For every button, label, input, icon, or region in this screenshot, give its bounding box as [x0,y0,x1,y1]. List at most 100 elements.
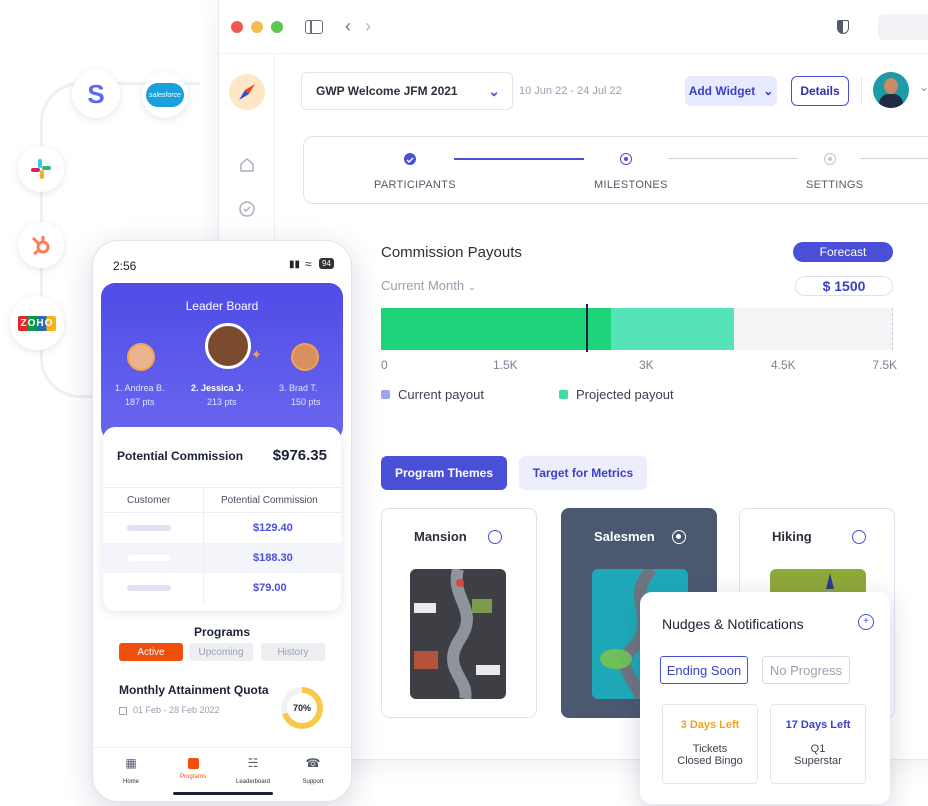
payout-ticks: 0 1.5K 3K 4.5K 7.5K [381,358,897,372]
filter-no-progress[interactable]: No Progress [762,656,850,684]
nudge-line2: Superstar [794,755,842,767]
notification-settings-icon[interactable]: + [858,614,874,630]
table-row[interactable]: $188.30 [103,543,341,573]
chevron-down-icon: ⌄ [467,282,477,293]
days-left: 3 Days Left [680,719,740,731]
avatar[interactable] [205,323,251,369]
program-select-value: GWP Welcome JFM 2021 [316,84,458,98]
nudge-line1: Q1 [810,743,826,755]
quota-title: Monthly Attainment Quota [119,683,269,697]
tab-upcoming[interactable]: Upcoming [189,643,253,661]
payout-bar [381,304,893,352]
step-line-1 [454,158,584,160]
theme-name: Mansion [414,529,467,544]
tab-active-label: Active [137,646,165,658]
theme-name: Hiking [772,529,812,544]
home-icon[interactable] [238,156,256,174]
avatar[interactable] [127,343,155,371]
period-select[interactable]: Current Month ⌄ [381,278,476,293]
zoho-logo-text: ZOHO [17,315,57,331]
theme-card-mansion[interactable]: Mansion [381,508,537,718]
legend-current-swatch [381,390,390,399]
tab-history[interactable]: History [261,643,325,661]
nav-programs[interactable]: Programs [173,756,213,780]
customer-placeholder [127,585,171,591]
tab-target-metrics[interactable]: Target for Metrics [519,456,647,490]
programs-title: Programs [193,625,251,639]
maximize-dot[interactable] [271,20,283,33]
legend-current: Current payout [381,387,484,402]
close-dot[interactable] [231,20,243,33]
nav-leaderboard[interactable]: ☵ Leaderboard [229,756,277,788]
forward-icon[interactable]: › [365,16,371,37]
payout-amount: $ 1500 [795,276,893,296]
filter-ending-soon[interactable]: Ending Soon [660,656,748,684]
support-icon: ☎ [305,756,321,770]
step-pending-icon[interactable] [824,153,836,165]
nudge-card[interactable]: 17 Days Left Q1 Superstar [770,704,866,784]
theme-radio[interactable] [852,530,866,544]
add-widget-button[interactable]: Add Widget ⌄ [685,76,777,106]
back-icon[interactable]: ‹ [345,16,351,37]
minimize-dot[interactable] [251,20,263,33]
table-row[interactable]: $79.00 [103,573,341,603]
bottom-nav: ▦ Home Programs ☵ Leaderboard ☎ Support [93,747,351,801]
nav-programs-label: Programs [179,774,206,780]
nudge-line2: Closed Bingo [677,755,743,767]
forecast-badge[interactable]: Forecast [793,242,893,262]
details-button[interactable]: Details [791,76,849,106]
date-range: 10 Jun 22 - 24 Jul 22 [519,85,622,97]
leader-3-pts: 150 pts [291,397,321,407]
theme-radio-selected[interactable] [672,530,686,544]
compass-logo-icon[interactable] [229,74,265,110]
battery-level: 94 [322,259,331,268]
leader-1-pts: 187 pts [125,397,155,407]
table-row[interactable]: $129.40 [103,513,341,543]
avatar[interactable] [873,72,909,108]
leader-2-pts: 213 pts [207,397,237,407]
avatar-chevron-icon[interactable]: ⌄ [919,80,928,94]
potential-value: $976.35 [272,447,327,464]
tab-active[interactable]: Active [119,643,183,661]
address-bar[interactable] [878,14,928,40]
header-divider [861,78,862,104]
step-milestones[interactable]: MILESTONES [594,179,668,191]
avatar[interactable] [291,343,319,371]
tab-program-themes-label: Program Themes [394,466,494,480]
tick-1: 1.5K [493,358,518,372]
customer-placeholder [127,525,171,531]
nav-home[interactable]: ▦ Home [113,756,149,788]
step-participants[interactable]: PARTICIPANTS [374,179,456,191]
potential-label: Potential Commission [117,449,244,463]
party-popper-icon: ✦ [251,347,262,362]
days-left: 17 Days Left [785,719,851,731]
mansion-thumbnail [410,569,506,699]
theme-radio[interactable] [488,530,502,544]
row-value: $129.40 [253,522,293,534]
step-settings[interactable]: SETTINGS [806,179,863,191]
setup-stepper: PARTICIPANTS MILESTONES SETTINGS [303,136,928,204]
table-header: Customer Potential Commission [103,487,341,513]
nav-support[interactable]: ☎ Support [293,756,333,788]
step-done-icon[interactable] [404,153,416,165]
zoho-logo: ZOHO [10,296,64,350]
nudge-line1: Tickets [692,743,728,755]
stripe-logo: S [72,70,120,118]
signal-icon: ▮▮ [289,259,301,270]
shield-icon[interactable] [837,20,849,34]
step-current-icon[interactable] [620,153,632,165]
check-circle-icon[interactable] [238,200,256,218]
nav-leaderboard-label: Leaderboard [235,779,271,785]
tab-program-themes[interactable]: Program Themes [381,456,507,490]
quota-pct: 70% [292,703,311,713]
nav-home-label: Home [122,779,139,785]
row-value: $79.00 [253,582,287,594]
current-payout-bar [381,308,612,350]
sidebar-toggle-icon[interactable] [305,19,323,34]
leader-2-name: 2. Jessica J. [191,383,244,393]
nudge-card[interactable]: 3 Days Left Tickets Closed Bingo [662,704,758,784]
tab-upcoming-label: Upcoming [198,646,244,658]
payout-amount-value: $ 1500 [822,278,866,294]
program-select[interactable]: GWP Welcome JFM 2021 ⌄ [301,72,513,110]
legend-current-label: Current payout [398,387,484,402]
